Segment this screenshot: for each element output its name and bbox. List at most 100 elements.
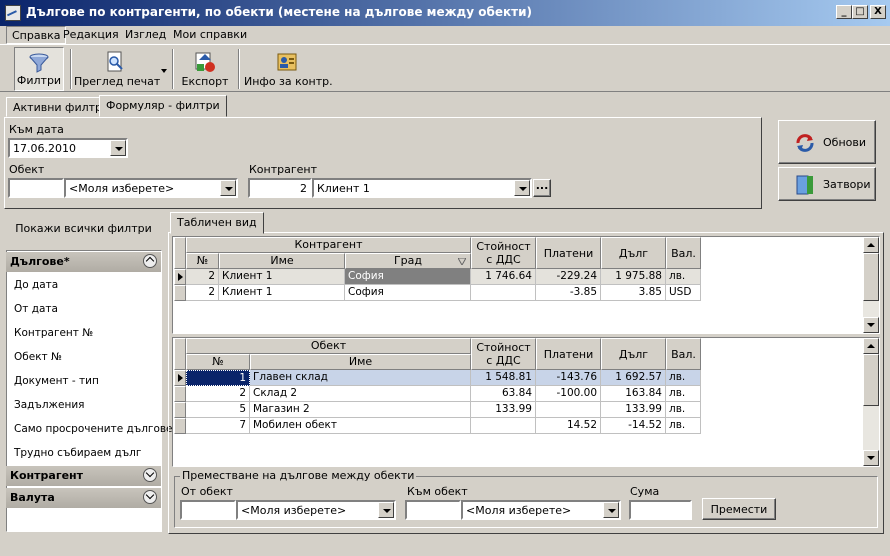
minimize-button[interactable]: _ — [836, 5, 852, 19]
scroll-up-icon[interactable] — [863, 237, 879, 253]
grid2-cell[interactable]: 7 — [186, 418, 250, 434]
grid2-cell[interactable] — [536, 402, 601, 418]
grid2-col-currency[interactable]: Вал. — [666, 338, 701, 370]
grid1-col-value-vat[interactable]: Стойност с ДДС — [471, 237, 536, 269]
row-indicator[interactable] — [174, 386, 186, 402]
grid2-cell[interactable]: 1 548.81 — [471, 370, 536, 386]
grid2-col-name[interactable]: Име — [250, 354, 471, 370]
grid2-cell[interactable]: 163.84 — [601, 386, 666, 402]
grid2-col-number[interactable]: № — [186, 354, 250, 370]
contractor-chevron-down-icon[interactable] — [514, 180, 530, 196]
grid1-cell[interactable] — [471, 285, 536, 301]
object-select[interactable]: <Моля изберете> — [64, 178, 238, 198]
grid1-cell[interactable]: 3.85 — [601, 285, 666, 301]
scroll-down-icon[interactable] — [863, 450, 879, 466]
grid1-cell[interactable]: -3.85 — [536, 285, 601, 301]
menu-edit[interactable]: Редакция — [58, 26, 124, 44]
grid2-cell[interactable]: 5 — [186, 402, 250, 418]
row-indicator-arrow-icon[interactable] — [174, 269, 186, 285]
group-debts[interactable]: Дългове* — [6, 252, 161, 272]
to-object-chevron-down-icon[interactable] — [603, 502, 619, 518]
grid1-cell[interactable]: Клиент 1 — [219, 269, 345, 285]
filter-item[interactable]: От дата — [14, 303, 58, 315]
scroll-up-icon[interactable] — [863, 338, 879, 354]
close-window-button[interactable]: Затвори — [778, 167, 876, 201]
filter-item[interactable]: Само просрочените дългове — [14, 423, 173, 435]
grid1-col-debt[interactable]: Дълг — [601, 237, 666, 269]
grid2-cell[interactable]: 133.99 — [471, 402, 536, 418]
grid1-cell[interactable]: София — [345, 285, 471, 301]
grid2-cell[interactable]: 63.84 — [471, 386, 536, 402]
menu-my-reports[interactable]: Мои справки — [168, 26, 252, 44]
grid1-cell[interactable]: Клиент 1 — [219, 285, 345, 301]
to-date-field[interactable]: 17.06.2010 — [8, 138, 128, 158]
grid2-cell[interactable] — [471, 418, 536, 434]
from-object-select[interactable]: <Моля изберете> — [236, 500, 396, 520]
from-object-chevron-down-icon[interactable] — [378, 502, 394, 518]
grid2-cell[interactable]: -14.52 — [601, 418, 666, 434]
group-currency[interactable]: Валута — [6, 488, 161, 508]
from-object-code-input[interactable] — [180, 500, 236, 520]
grid1-cell[interactable]: -229.24 — [536, 269, 601, 285]
grid2-cell[interactable]: 1 — [186, 370, 250, 386]
grid2-cell[interactable]: Мобилен обект — [250, 418, 471, 434]
move-button[interactable]: Премести — [702, 498, 776, 520]
filter-item[interactable]: Контрагент № — [14, 327, 93, 339]
filters-button[interactable]: Филтри — [14, 47, 64, 91]
to-object-code-input[interactable] — [405, 500, 461, 520]
refresh-button[interactable]: Обнови — [778, 120, 876, 164]
row-indicator[interactable] — [174, 402, 186, 418]
grid1-cell[interactable]: 2 — [186, 269, 219, 285]
expand-chevron-down-icon[interactable] — [143, 468, 157, 482]
scroll-down-icon[interactable] — [863, 317, 879, 333]
grid2-cell[interactable]: лв. — [666, 402, 701, 418]
grid1-scrollbar[interactable] — [863, 237, 879, 333]
filter-item[interactable]: Трудно събираем дълг — [14, 447, 141, 459]
grid1-cell[interactable]: USD — [666, 285, 701, 301]
maximize-button[interactable]: □ — [852, 5, 868, 19]
to-object-select[interactable]: <Моля изберете> — [461, 500, 621, 520]
expand-chevron-down-icon[interactable] — [143, 490, 157, 504]
collapse-chevron-up-icon[interactable] — [143, 254, 157, 268]
grid2-cell[interactable]: Склад 2 — [250, 386, 471, 402]
grid2-cell[interactable]: -100.00 — [536, 386, 601, 402]
grid1-col-currency[interactable]: Вал. — [666, 237, 701, 269]
grid2-cell[interactable]: лв. — [666, 386, 701, 402]
tab-form-filters[interactable]: Формуляр - филтри — [99, 95, 227, 117]
row-indicator[interactable] — [174, 418, 186, 434]
contractor-select[interactable]: Клиент 1 — [312, 178, 532, 198]
contractor-info-button[interactable]: Инфо за контр. — [244, 47, 333, 91]
grid1-col-name[interactable]: Име — [219, 253, 345, 269]
grid1-cell[interactable]: лв. — [666, 269, 701, 285]
contractor-lookup-button[interactable]: ... — [533, 179, 551, 197]
grid2-col-debt[interactable]: Дълг — [601, 338, 666, 370]
close-button[interactable]: X — [870, 5, 886, 19]
grid1-col-number[interactable]: № — [186, 253, 219, 269]
grid1-col-paid[interactable]: Платени — [536, 237, 601, 269]
grid2-col-paid[interactable]: Платени — [536, 338, 601, 370]
grid2-cell[interactable]: Магазин 2 — [250, 402, 471, 418]
grid2-cell[interactable]: лв. — [666, 418, 701, 434]
grid2-cell[interactable]: 1 692.57 — [601, 370, 666, 386]
tab-table-view[interactable]: Табличен вид — [170, 212, 264, 234]
filter-item[interactable]: Задължения — [14, 399, 84, 411]
menu-view[interactable]: Изглед — [120, 26, 171, 44]
grid2-cell[interactable]: 2 — [186, 386, 250, 402]
scroll-thumb[interactable] — [863, 354, 879, 406]
grid1-col-city[interactable]: Град — [345, 253, 471, 269]
amount-input[interactable] — [629, 500, 692, 520]
grid1-cell[interactable]: 2 — [186, 285, 219, 301]
grid1-cell[interactable]: София — [345, 269, 471, 285]
object-code-input[interactable] — [8, 178, 64, 198]
grid2-cell[interactable]: 14.52 — [536, 418, 601, 434]
group-contractor[interactable]: Контрагент — [6, 466, 161, 486]
date-dropdown-chevron-down-icon[interactable] — [110, 140, 126, 156]
contractor-code-input[interactable]: 2 — [248, 178, 312, 198]
grid1-cell[interactable]: 1 975.88 — [601, 269, 666, 285]
grid2-col-value-vat[interactable]: Стойност с ДДС — [471, 338, 536, 370]
grid1-cell[interactable]: 1 746.64 — [471, 269, 536, 285]
grid2-cell[interactable]: -143.76 — [536, 370, 601, 386]
filter-item[interactable]: Обект № — [14, 351, 62, 363]
grid2-cell[interactable]: лв. — [666, 370, 701, 386]
object-chevron-down-icon[interactable] — [220, 180, 236, 196]
